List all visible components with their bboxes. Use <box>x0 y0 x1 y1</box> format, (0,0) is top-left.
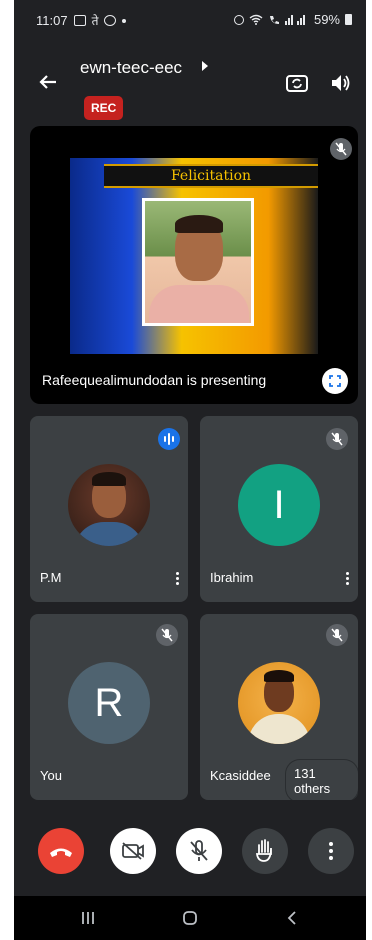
battery-level: 59% <box>313 12 340 27</box>
raise-hand-button[interactable] <box>242 828 288 874</box>
status-bar: 11:07 ते 59% <box>14 0 366 40</box>
presentation-tile[interactable]: Felicitation Rafeequealimundodan is pres… <box>30 126 358 404</box>
dot-icon <box>122 18 127 23</box>
slide-title-band: Felicitation <box>104 164 318 188</box>
participant-tile-kcasiddee[interactable]: Kcasiddee 131 others <box>200 614 358 800</box>
alarm-icon <box>233 14 244 25</box>
battery-icon <box>345 14 352 25</box>
whatsapp-icon <box>104 15 117 26</box>
speaker-icon[interactable] <box>328 70 354 96</box>
participant-name: P.M <box>40 570 62 585</box>
system-nav-bar <box>14 896 366 940</box>
presentation-slide: Felicitation <box>70 158 318 354</box>
participant-tile-pm[interactable]: P.M <box>30 416 188 602</box>
wifi-icon <box>249 14 263 25</box>
slide-photo <box>142 198 254 326</box>
status-time: 11:07 <box>36 13 68 28</box>
mic-off-button[interactable] <box>176 828 222 874</box>
participant-tile-you[interactable]: R You <box>30 614 188 800</box>
others-count-chip[interactable]: 131 others <box>286 760 358 800</box>
app-icon: ते <box>91 14 99 28</box>
more-vert-icon[interactable] <box>346 572 350 588</box>
avatar: I <box>238 464 320 546</box>
system-back-icon[interactable] <box>278 904 306 932</box>
meeting-title[interactable]: ewn-teec-eec <box>80 58 182 78</box>
meeting-header: ewn-teec-eec REC <box>14 52 366 122</box>
speaking-indicator-icon <box>158 428 180 450</box>
participant-name: Ibrahim <box>210 570 254 585</box>
participant-tile-ibrahim[interactable]: I Ibrahim <box>200 416 358 602</box>
mic-off-icon <box>326 624 348 646</box>
switch-camera-icon[interactable] <box>284 70 310 96</box>
gallery-icon <box>73 15 86 26</box>
mic-off-icon <box>156 624 178 646</box>
avatar: R <box>68 662 150 744</box>
recents-icon[interactable] <box>74 904 102 932</box>
avatar <box>238 662 320 744</box>
mic-off-icon <box>330 138 352 160</box>
caret-right-icon[interactable] <box>202 61 208 71</box>
recording-badge: REC <box>84 96 124 120</box>
back-arrow-icon[interactable] <box>34 68 62 96</box>
fullscreen-icon[interactable] <box>322 368 348 394</box>
more-vert-icon[interactable] <box>176 572 180 588</box>
meet-app: 11:07 ते 59% ewn-teec-eec REC Felicitati… <box>14 0 366 940</box>
presenter-label: Rafeequealimundodan is presenting <box>42 372 267 388</box>
home-icon[interactable] <box>176 904 204 932</box>
slide-title: Felicitation <box>170 168 252 184</box>
participant-name: Kcasiddee <box>210 768 271 783</box>
camera-off-button[interactable] <box>110 828 156 874</box>
mic-off-icon <box>326 428 348 450</box>
participant-name: You <box>40 768 62 783</box>
signal-icon <box>284 15 305 25</box>
avatar <box>68 464 150 546</box>
end-call-button[interactable] <box>38 828 84 874</box>
call-wifi-icon <box>269 16 279 24</box>
call-controls <box>14 820 366 884</box>
more-options-button[interactable] <box>308 828 354 874</box>
